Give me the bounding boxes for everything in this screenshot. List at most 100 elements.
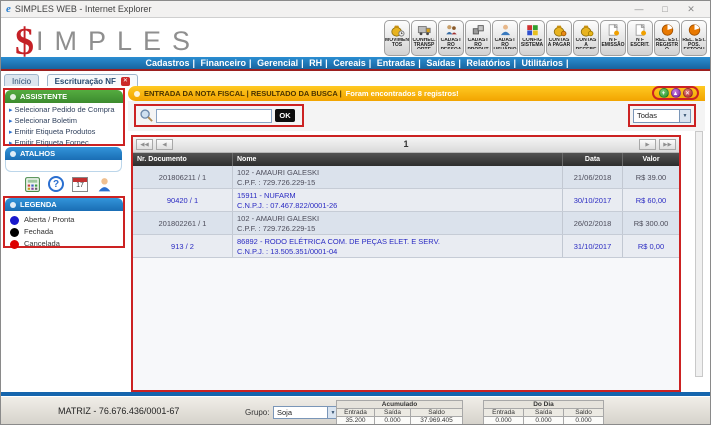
calendar-button[interactable]: 17 <box>70 174 90 194</box>
menu-item-saidas[interactable]: Saídas <box>426 58 455 68</box>
legenda-header: LEGENDA <box>5 198 123 211</box>
toolbar-button-conhec-transporte[interactable]: CONHEC. TRANSPORTE ELET. <box>411 20 437 56</box>
dodia-entrada-value: 0.000 <box>484 417 524 425</box>
calculator-icon <box>24 176 41 193</box>
arrow-icon: ▸ <box>9 140 13 147</box>
header-bullet-icon <box>10 202 16 208</box>
doc-number[interactable]: 913 / 2 <box>133 235 233 257</box>
vertical-scrollbar[interactable] <box>695 131 703 377</box>
sidebar-item-label: Emitir Etiqueta Fornec. <box>15 138 91 147</box>
toolbar-button-nf-escrit[interactable]: N F ESCRIT. <box>627 20 653 56</box>
menu-item-cereais[interactable]: Cereais <box>333 58 366 68</box>
search-ok-button[interactable]: OK <box>275 109 295 122</box>
toolbar-button-label: REL. EST. POS. ESTOQUE <box>682 38 706 49</box>
toolbar-button-cadastro-produtos[interactable]: CADASTRO PRODUTOS <box>465 20 491 56</box>
party-cell: 102 - AMAURI GALESKIC.P.F. : 729.726.229… <box>233 166 563 188</box>
up-arrow-button[interactable]: ▲ <box>671 88 681 98</box>
party-name: 86892 - RODO ELÉTRICA COM. DE PEÇAS ELET… <box>237 237 562 247</box>
atalhos-title: ATALHOS <box>20 149 55 158</box>
red-dot-icon <box>10 240 19 249</box>
black-dot-icon <box>10 228 19 237</box>
toolbar-button-movimentos[interactable]: MOVIMENTOS <box>384 20 410 56</box>
toolbar-button-rel-registro-inventario[interactable]: REL. EST. REGISTRO INVENTÁRIO <box>654 20 680 56</box>
legend-item-aberta: Aberta / Pronta <box>10 214 123 226</box>
menu-item-entradas[interactable]: Entradas <box>377 58 416 68</box>
toolbar-button-nf-emissao[interactable]: N F EMISSÃO <box>600 20 626 56</box>
party-taxid: C.N.P.J. : 13.505.351/0001-04 <box>237 247 562 257</box>
help-button[interactable]: ? <box>46 174 66 194</box>
maximize-button[interactable]: □ <box>659 4 671 15</box>
content-area: ASSISTENTE ▸Selecionar Pedido de Compra … <box>1 86 711 392</box>
result-count-message: Foram encontrados 8 registros! <box>346 89 459 98</box>
acumulado-summary-table: Acumulado Entrada Saída Saldo 35.200 0.0… <box>336 400 463 425</box>
moneybag-clock-icon <box>390 23 405 37</box>
user-profile-button[interactable] <box>94 174 114 194</box>
menu-separator: | <box>369 58 372 68</box>
doc-number[interactable]: 90420 / 1 <box>133 189 233 211</box>
legend-item-cancelada: Cancelada <box>10 238 123 250</box>
grupo-dropdown[interactable]: Soja ▼ <box>273 406 339 419</box>
table-row[interactable]: 201802261 / 1 102 - AMAURI GALESKIC.P.F.… <box>133 212 679 235</box>
palette-icon <box>525 23 540 37</box>
status-filter-dropdown[interactable]: Todas ▼ <box>633 109 691 123</box>
toolbar-button-label: CONFIG SISTEMA <box>520 38 544 48</box>
menu-item-relatorios[interactable]: Relatórios <box>466 58 510 68</box>
header-bullet-icon <box>134 91 140 97</box>
menu-item-rh[interactable]: RH <box>309 58 322 68</box>
title-bar: e SIMPLES WEB - Internet Explorer — □ ✕ <box>1 1 710 18</box>
tab-label: Início <box>12 77 31 86</box>
toolbar-button-label: CONTAS A RECEBER <box>574 38 598 49</box>
toolbar-button-cadastro-usuarios[interactable]: CADASTRO USUÁRIOS <box>492 20 518 56</box>
toolbar-button-contas-a-receber[interactable]: CONTAS A RECEBER <box>573 20 599 56</box>
menu-separator: | <box>249 58 252 68</box>
doc-number[interactable]: 201806211 / 1 <box>133 166 233 188</box>
acumulado-header-saldo: Saldo <box>411 409 463 417</box>
minimize-button[interactable]: — <box>633 4 645 15</box>
toolbar-button-contas-a-pagar[interactable]: CONTAS A PAGAR <box>546 20 572 56</box>
legend-label: Cancelada <box>24 238 60 250</box>
acumulado-saida-value: 0.000 <box>375 417 411 425</box>
sidebar-item-label: Selecionar Pedido de Compra <box>15 105 115 114</box>
table-row[interactable]: 201806211 / 1 102 - AMAURI GALESKIC.P.F.… <box>133 166 679 189</box>
menu-item-utilitarios[interactable]: Utilitários <box>521 58 563 68</box>
search-row: OK Todas ▼ <box>128 101 705 131</box>
toolbar-button-config-sistema[interactable]: CONFIG SISTEMA <box>519 20 545 56</box>
sidebar-item-selecionar-boletim[interactable]: ▸Selecionar Boletim <box>9 116 123 127</box>
toolbar-button-rel-pos-estoque[interactable]: REL. EST. POS. ESTOQUE <box>681 20 707 56</box>
menu-item-financeiro[interactable]: Financeiro <box>201 58 247 68</box>
doc-number[interactable]: 201802261 / 1 <box>133 212 233 234</box>
results-table-panel: ◀◀ ◀ 1 ▶ ▶▶ Nr. Documento Nome Data Valo… <box>131 135 681 392</box>
quick-icons-row: ? 17 <box>22 174 114 194</box>
assistente-header: ASSISTENTE <box>5 90 123 103</box>
menu-separator: | <box>418 58 421 68</box>
toolbar: MOVIMENTOS CONHEC. TRANSPORTE ELET. CADA… <box>384 20 707 56</box>
sidebar-item-etiqueta-produtos[interactable]: ▸Emitir Etiqueta Produtos <box>9 127 123 138</box>
arrow-icon: ▸ <box>9 107 13 114</box>
document-icon <box>633 23 648 37</box>
legend-label: Aberta / Pronta <box>24 214 74 226</box>
filter-highlight-box: Todas ▼ <box>628 104 696 127</box>
close-button[interactable]: ✕ <box>685 4 697 15</box>
section-header-bar: ENTRADA DA NOTA FISCAL | RESULTADO DA BU… <box>128 86 705 101</box>
party-cell: 86892 - RODO ELÉTRICA COM. DE PEÇAS ELET… <box>233 235 563 257</box>
close-section-button[interactable]: ✕ <box>683 88 693 98</box>
menu-separator: | <box>458 58 461 68</box>
menu-item-cadastros[interactable]: Cadastros <box>145 58 189 68</box>
toolbar-button-cadastro-pessoa[interactable]: CADASTRO PESSOA <box>438 20 464 56</box>
column-header-nome: Nome <box>233 153 563 166</box>
party-taxid: C.N.P.J. : 07.467.822/0001-26 <box>237 201 562 211</box>
moneybag-icon <box>552 23 567 37</box>
calculator-button[interactable] <box>22 174 42 194</box>
last-page-button[interactable]: ▶▶ <box>659 139 676 150</box>
table-row[interactable]: 913 / 2 86892 - RODO ELÉTRICA COM. DE PE… <box>133 235 679 258</box>
search-input[interactable] <box>156 109 272 123</box>
document-icon <box>606 23 621 37</box>
add-record-button[interactable]: + <box>659 88 669 98</box>
table-row[interactable]: 90420 / 1 15911 - NUFARMC.N.P.J. : 07.46… <box>133 189 679 212</box>
tab-close-icon[interactable]: ✕ <box>121 77 130 86</box>
menu-item-gerencial[interactable]: Gerencial <box>257 58 298 68</box>
doc-date: 30/10/2017 <box>563 189 623 211</box>
sidebar-item-selecionar-pedido[interactable]: ▸Selecionar Pedido de Compra <box>9 105 123 116</box>
next-page-button[interactable]: ▶ <box>639 139 656 150</box>
column-header-data: Data <box>563 153 623 166</box>
